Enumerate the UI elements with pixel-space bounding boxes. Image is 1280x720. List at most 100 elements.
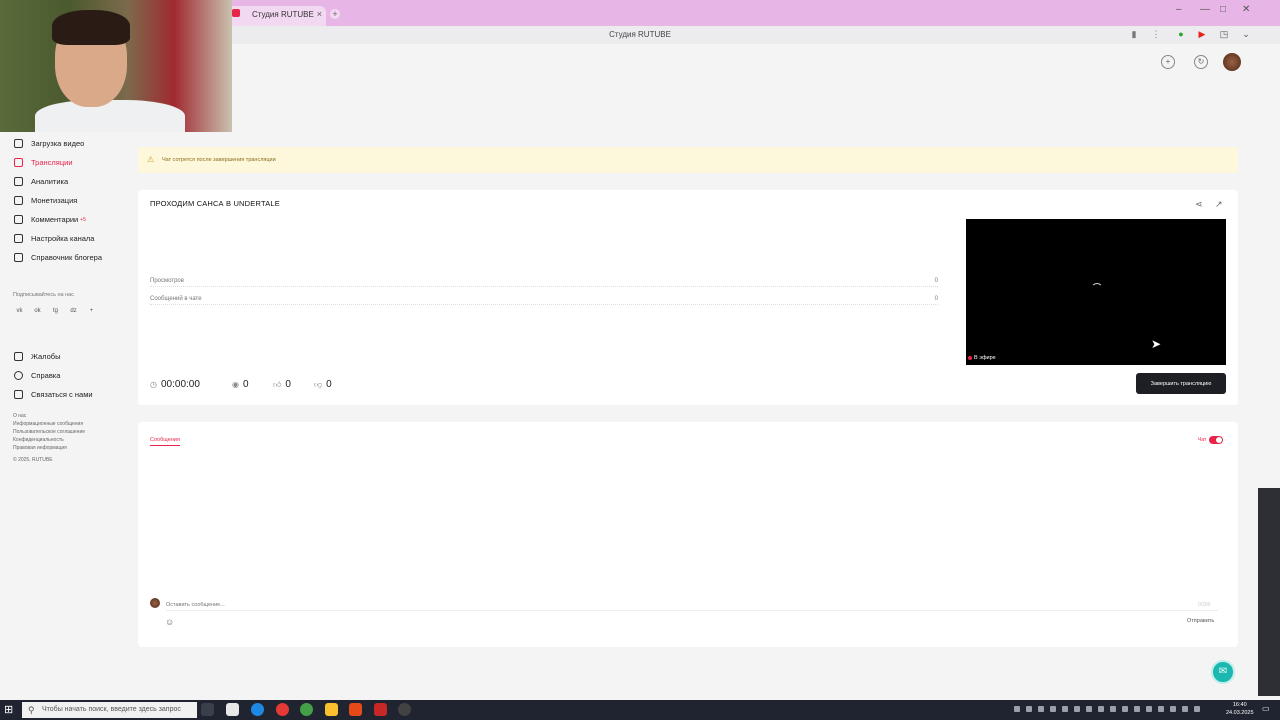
toggle-switch[interactable] (1209, 436, 1224, 444)
tray-icon[interactable] (1086, 706, 1092, 712)
webcam-person-shirt (35, 100, 185, 132)
live-badge: В эфире (968, 355, 996, 361)
heart-app-icon[interactable] (374, 703, 387, 716)
footer-link[interactable]: О нас (13, 413, 26, 419)
footer-link[interactable]: Конфиденциальность (13, 437, 64, 443)
close-tab-icon[interactable]: × (317, 9, 322, 19)
edge-icon[interactable] (251, 703, 264, 716)
external-link-icon[interactable]: ↗ (1215, 199, 1223, 210)
stat-chat-messages: Сообщений в чате 0 (150, 296, 938, 305)
task-view-icon[interactable] (201, 703, 214, 716)
sidebar-item-comments[interactable]: Комментарии +5 (14, 215, 86, 224)
sidebar-item-label: Настройка канала (31, 234, 95, 243)
sidebar-item-analytics[interactable]: Аналитика (14, 177, 68, 186)
sidebar-item-label: Монетизация (31, 196, 78, 205)
footer-link[interactable]: Правовая информация (13, 445, 67, 451)
sidebar-item-contact[interactable]: Связаться с нами (14, 390, 93, 399)
broadcast-icon (14, 158, 23, 167)
sidebar-item-label: Загрузка видео (31, 139, 85, 148)
chat-panel (138, 422, 1238, 647)
tray-icon[interactable] (1110, 706, 1116, 712)
refresh-icon[interactable]: ↻ (1194, 55, 1208, 69)
dislikes-metric: 👎︎ 0 (314, 379, 332, 390)
chat-toggle[interactable]: Чат (1198, 436, 1224, 444)
clock-time: 16:40 (1232, 702, 1247, 708)
tray-icon[interactable] (1146, 706, 1152, 712)
upload-icon (14, 139, 23, 148)
obs-icon[interactable] (398, 703, 411, 716)
bookmark-icon[interactable]: ▮ (1129, 29, 1139, 39)
obs-side-panel (1258, 488, 1280, 696)
tray-icon[interactable] (1038, 706, 1044, 712)
telegram-icon[interactable]: tg (51, 308, 60, 317)
rutube-favicon-icon (232, 9, 240, 17)
windows-start-icon[interactable]: ⊞ (4, 703, 13, 716)
tray-icon[interactable] (1062, 706, 1068, 712)
dzen-icon[interactable]: dz (69, 308, 78, 317)
tray-icon[interactable] (1122, 706, 1128, 712)
more-socials-icon[interactable]: + (87, 308, 96, 317)
browser-tab[interactable]: Студия RUTUBE × (228, 6, 326, 26)
sidebar-item-help[interactable]: Справка (14, 371, 60, 380)
support-chat-button[interactable]: ✉ (1211, 660, 1235, 684)
duration-metric: ◷ 00:00:00 (150, 379, 200, 390)
download-icon[interactable]: ⌄ (1241, 29, 1251, 39)
stat-label: Сообщений в чате (150, 296, 202, 302)
mouse-cursor-icon: ➤ (1151, 337, 1162, 351)
chat-message-input[interactable] (166, 599, 1218, 611)
youtube-icon[interactable]: ▶ (1197, 29, 1207, 39)
warning-icon: ⚠ (147, 155, 155, 164)
tray-icon[interactable] (1098, 706, 1104, 712)
smile-icon[interactable]: ☺ (165, 617, 174, 627)
sidebar-item-complaints[interactable]: Жалобы (14, 352, 61, 361)
extension-icon[interactable]: ◳ (1219, 29, 1229, 39)
yandex-icon[interactable] (276, 703, 289, 716)
footer-link[interactable]: Пользовательское соглашение (13, 429, 85, 435)
notifications-icon[interactable]: ▭ (1262, 704, 1270, 713)
tray-icon[interactable] (1074, 706, 1080, 712)
sidebar-item-label: Справочник блогера (31, 253, 103, 262)
ok-icon[interactable]: ok (33, 308, 42, 317)
subscribe-title: Подписывайтесь на нас (13, 292, 74, 298)
tray-icon[interactable] (1026, 706, 1032, 712)
share-icon[interactable]: ⋖ (1195, 199, 1203, 210)
add-icon[interactable]: + (1161, 55, 1175, 69)
stream-title: ПРОХОДИМ САНСА В UNDERTALE (150, 199, 280, 208)
tray-icon[interactable] (1158, 706, 1164, 712)
yandex-browser-icon[interactable] (226, 703, 239, 716)
tray-icon[interactable] (1134, 706, 1140, 712)
taskbar-clock[interactable]: 16:40 24.03.2025 (1226, 701, 1254, 717)
more-menu-icon[interactable]: ⋮ (1151, 29, 1161, 39)
sidebar-item-blogger-guide[interactable]: Справочник блогера (14, 253, 102, 262)
taskbar-search[interactable]: ⚲ Чтобы начать поиск, введите здесь запр… (22, 702, 197, 718)
new-tab-button[interactable]: + (330, 9, 340, 19)
user-avatar[interactable] (1223, 53, 1241, 71)
tray-icon[interactable] (1194, 706, 1200, 712)
close-window-icon[interactable]: ✕ (1242, 4, 1250, 15)
viewers-value: 0 (242, 379, 249, 390)
minimize-window-icon[interactable]: – (1176, 4, 1182, 15)
clock-icon: ◷ (150, 380, 157, 389)
sidebar-item-upload[interactable]: Загрузка видео (14, 139, 84, 148)
sidebar-item-broadcasts[interactable]: Трансляции (14, 158, 73, 167)
money-icon (14, 196, 23, 205)
chrome-icon[interactable] (300, 703, 313, 716)
footer-link[interactable]: Информационные сообщения (13, 421, 83, 427)
send-message-button[interactable]: Отправить (1187, 618, 1214, 624)
end-broadcast-button[interactable]: Завершить трансляцию (1136, 373, 1226, 394)
app-icon[interactable] (349, 703, 362, 716)
protect-icon[interactable]: ● (1176, 29, 1186, 39)
sidebar-item-channel-settings[interactable]: Настройка канала (14, 234, 94, 243)
sidebar-item-monetization[interactable]: Монетизация (14, 196, 77, 205)
tray-icon[interactable] (1014, 706, 1020, 712)
tray-icon[interactable] (1182, 706, 1188, 712)
maximize-icon[interactable]: □ (1220, 4, 1226, 15)
tab-messages[interactable]: Сообщения (150, 437, 180, 446)
tray-icon[interactable] (1050, 706, 1056, 712)
file-explorer-icon[interactable] (325, 703, 338, 716)
mail-icon (14, 390, 23, 399)
tray-icon[interactable] (1170, 706, 1176, 712)
minimize-icon[interactable]: — (1200, 4, 1210, 15)
book-icon (14, 253, 23, 262)
vk-icon[interactable]: vk (15, 308, 24, 317)
